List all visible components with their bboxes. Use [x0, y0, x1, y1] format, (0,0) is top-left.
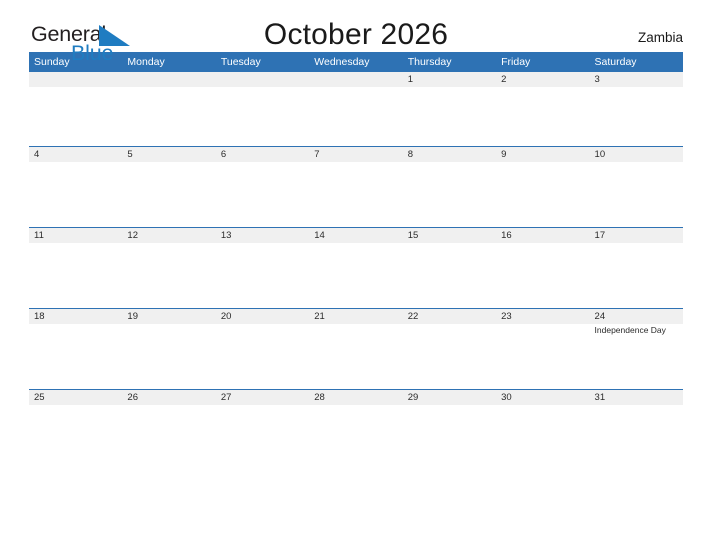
calendar-day-cell[interactable]: 13	[215, 226, 310, 308]
day-number: 20	[215, 308, 310, 324]
calendar-day-cell[interactable]: 15	[402, 226, 497, 308]
calendar-page: General Blue October 2026 Zambia Sunday M…	[0, 0, 712, 550]
day-number: 3	[589, 72, 683, 87]
day-number: 7	[309, 146, 403, 162]
day-number: 19	[122, 308, 216, 324]
calendar-week-row: 123	[29, 72, 683, 146]
country-label: Zambia	[637, 30, 683, 45]
day-number: 9	[496, 146, 590, 162]
calendar-day-cell[interactable]: 26	[122, 388, 216, 470]
calendar-day-cell[interactable]: 5	[122, 145, 216, 227]
calendar-day-cell[interactable]: 28	[309, 388, 403, 470]
day-number	[215, 72, 310, 87]
day-number: 25	[29, 389, 123, 405]
day-number: 28	[309, 389, 403, 405]
calendar-day-cell[interactable]: 9	[496, 145, 590, 227]
calendar-day-cell[interactable]: 20	[215, 307, 310, 389]
calendar-day-cell[interactable]: 3	[589, 72, 683, 146]
weekday-header-wednesday: Wednesday	[309, 52, 403, 72]
day-number: 10	[589, 146, 683, 162]
day-number: 21	[309, 308, 403, 324]
day-number: 5	[122, 146, 216, 162]
weekday-header-saturday: Saturday	[589, 52, 683, 72]
page-header: General Blue October 2026 Zambia	[29, 0, 683, 64]
day-number: 13	[215, 227, 310, 243]
day-number: 31	[589, 389, 683, 405]
calendar-day-cell[interactable]: 24 Independence Day	[589, 307, 683, 389]
calendar-grid: Sunday Monday Tuesday Wednesday Thursday Frid…	[29, 52, 683, 470]
day-number: 4	[29, 146, 123, 162]
calendar-day-cell[interactable]: 7	[309, 145, 403, 227]
calendar-day-cell[interactable]: 18	[29, 307, 123, 389]
day-number: 6	[215, 146, 310, 162]
calendar-day-cell[interactable]: 19	[122, 307, 216, 389]
day-number	[309, 72, 403, 87]
day-number	[122, 72, 216, 87]
calendar-day-cell[interactable]: 31	[589, 388, 683, 470]
calendar-day-cell[interactable]: 23	[496, 307, 590, 389]
calendar-day-cell[interactable]: 1	[402, 72, 497, 146]
day-number: 29	[402, 389, 497, 405]
calendar-day-cell[interactable]: 4	[29, 145, 123, 227]
day-number: 30	[496, 389, 590, 405]
calendar-empty-cell	[215, 72, 310, 146]
day-number: 16	[496, 227, 590, 243]
calendar-day-cell[interactable]: 29	[402, 388, 497, 470]
calendar-day-cell[interactable]: 21	[309, 307, 403, 389]
weekday-header-tuesday: Tuesday	[215, 52, 310, 72]
calendar-week-row: 25 26 27 28 29 30 31	[29, 388, 683, 470]
calendar-empty-cell	[29, 72, 123, 146]
day-number: 1	[402, 72, 497, 87]
calendar-day-cell[interactable]: 2	[496, 72, 590, 146]
day-number: 2	[496, 72, 590, 87]
day-number: 12	[122, 227, 216, 243]
calendar-day-cell[interactable]: 27	[215, 388, 310, 470]
calendar-day-cell[interactable]: 14	[309, 226, 403, 308]
calendar-empty-cell	[122, 72, 216, 146]
day-events: Independence Day	[590, 324, 683, 336]
calendar-day-cell[interactable]: 16	[496, 226, 590, 308]
page-title: October 2026	[263, 18, 449, 51]
calendar-day-cell[interactable]: 8	[402, 145, 497, 227]
calendar-day-cell[interactable]: 17	[589, 226, 683, 308]
calendar-week-row: 18 19 20 21 22 23 24 Independence Day	[29, 307, 683, 389]
calendar-day-cell[interactable]: 22	[402, 307, 497, 389]
calendar-day-cell[interactable]: 10	[589, 145, 683, 227]
calendar-day-cell[interactable]: 25	[29, 388, 123, 470]
day-number: 27	[215, 389, 310, 405]
day-number: 23	[496, 308, 590, 324]
calendar-day-cell[interactable]: 6	[215, 145, 310, 227]
calendar-day-cell[interactable]: 11	[29, 226, 123, 308]
calendar-empty-cell	[309, 72, 403, 146]
calendar-body: 1 2 3 4 5 6 7 8 9 10 11 12 13 14 15 16 17 18 19 20 21 22 23 24 I…	[29, 72, 683, 470]
day-number: 26	[122, 389, 216, 405]
day-number: 17	[589, 227, 683, 243]
calendar-week-row: 11 12 13 14 15 16 17	[29, 226, 683, 308]
day-number: 8	[402, 146, 497, 162]
day-number	[29, 72, 123, 87]
day-number: 11	[29, 227, 123, 243]
day-number: 14	[309, 227, 403, 243]
calendar-day-cell[interactable]: 12	[122, 226, 216, 308]
day-number: 24	[589, 308, 683, 324]
day-number: 15	[402, 227, 497, 243]
calendar-week-row: 4 5 6 7 8 9 10	[29, 145, 683, 227]
holiday-label: Independence Day	[594, 324, 666, 335]
calendar-day-cell[interactable]: 30	[496, 388, 590, 470]
day-number: 18	[29, 308, 123, 324]
weekday-header-friday: Friday	[496, 52, 590, 72]
weekday-header-thursday: Thursday	[402, 52, 497, 72]
day-number: 22	[402, 308, 497, 324]
